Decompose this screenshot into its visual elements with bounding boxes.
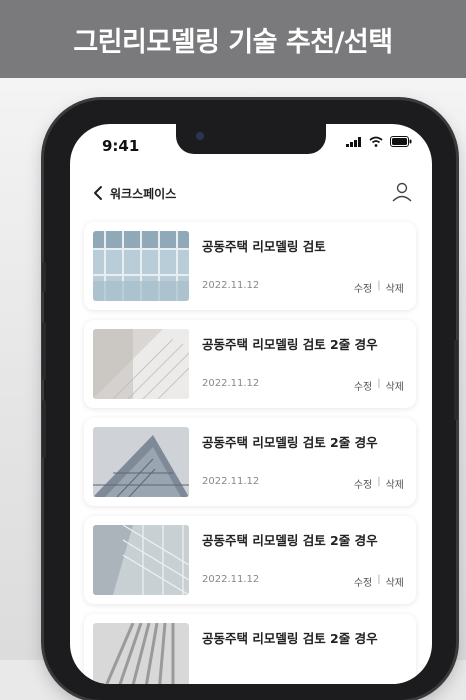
camera-icon xyxy=(196,132,204,140)
edit-button[interactable]: 수정 xyxy=(354,280,372,295)
phone-volume-down-button xyxy=(42,400,46,458)
status-time: 9:41 xyxy=(102,137,140,155)
project-thumbnail xyxy=(93,525,189,595)
edit-button[interactable]: 수정 xyxy=(354,476,372,491)
user-icon[interactable] xyxy=(390,180,414,204)
item-date: 2022.11.12 xyxy=(202,378,260,389)
delete-button[interactable]: 삭제 xyxy=(386,574,404,589)
list-item[interactable]: 공동주택 리모델링 검토 2022.11.12 수정 | 삭제 xyxy=(84,222,416,310)
workspace-list: 공동주택 리모델링 검토 2022.11.12 수정 | 삭제 공동주택 리모델… xyxy=(84,222,416,684)
action-divider: | xyxy=(377,574,381,585)
banner-title: 그린리모델링 기술 추천/선택 xyxy=(73,26,393,58)
item-date: 2022.11.12 xyxy=(202,476,260,487)
list-item[interactable]: 공동주택 리모델링 검토 2줄 경우 2022.11.12 수정 | 삭제 xyxy=(84,320,416,408)
item-title: 공동주택 리모델링 검토 2줄 경우 xyxy=(202,337,378,352)
item-title: 공동주택 리모델링 검토 xyxy=(202,239,326,254)
item-actions: 수정 | 삭제 xyxy=(354,378,404,393)
phone-screen: 9:41 워크스페이스 공동주택 리모델링 검토 2022.11.12 수정 |… xyxy=(70,124,432,684)
phone-power-button xyxy=(454,340,458,420)
item-title: 공동주택 리모델링 검토 2줄 경우 xyxy=(202,533,378,548)
nav-bar: 워크스페이스 xyxy=(70,180,432,208)
list-item[interactable]: 공동주택 리모델링 검토 2줄 경우 2022.11.12 수정 | 삭제 xyxy=(84,418,416,506)
header-banner: 그린리모델링 기술 추천/선택 xyxy=(0,0,466,78)
action-divider: | xyxy=(377,378,381,389)
notch xyxy=(176,124,326,154)
item-title: 공동주택 리모델링 검토 2줄 경우 xyxy=(202,435,378,450)
item-actions: 수정 | 삭제 xyxy=(354,476,404,491)
battery-icon xyxy=(390,136,412,147)
edit-button[interactable]: 수정 xyxy=(354,574,372,589)
item-actions: 수정 | 삭제 xyxy=(354,574,404,589)
nav-title: 워크스페이스 xyxy=(110,187,177,201)
project-thumbnail xyxy=(93,329,189,399)
list-item[interactable]: 공동주택 리모델링 검토 2줄 경우 xyxy=(84,614,416,684)
status-icons xyxy=(346,136,412,147)
item-date: 2022.11.12 xyxy=(202,574,260,585)
delete-button[interactable]: 삭제 xyxy=(386,476,404,491)
edit-button[interactable]: 수정 xyxy=(354,378,372,393)
action-divider: | xyxy=(377,280,381,291)
signal-icon xyxy=(346,136,361,147)
list-item[interactable]: 공동주택 리모델링 검토 2줄 경우 2022.11.12 수정 | 삭제 xyxy=(84,516,416,604)
wifi-icon xyxy=(369,136,383,147)
item-title: 공동주택 리모델링 검토 2줄 경우 xyxy=(202,631,378,646)
project-thumbnail xyxy=(93,231,189,301)
delete-button[interactable]: 삭제 xyxy=(386,378,404,393)
action-divider: | xyxy=(377,476,381,487)
project-thumbnail xyxy=(93,623,189,684)
delete-button[interactable]: 삭제 xyxy=(386,280,404,295)
item-actions: 수정 | 삭제 xyxy=(354,280,404,295)
project-thumbnail xyxy=(93,427,189,497)
phone-side-button xyxy=(42,262,46,292)
chevron-left-icon[interactable] xyxy=(88,182,110,204)
item-date: 2022.11.12 xyxy=(202,280,260,291)
phone-volume-up-button xyxy=(42,322,46,380)
